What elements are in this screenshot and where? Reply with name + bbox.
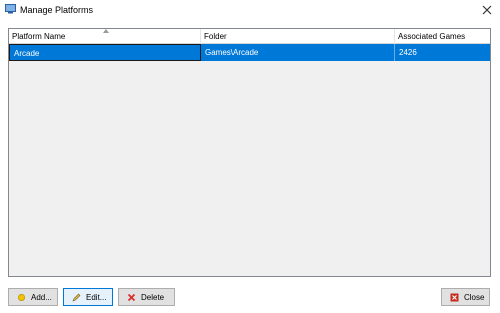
add-button-label: Add...: [31, 292, 52, 302]
add-button[interactable]: Add...: [8, 288, 58, 306]
edit-button[interactable]: Edit...: [63, 288, 113, 306]
delete-x-icon: [127, 293, 136, 301]
close-button-label: Close: [464, 292, 485, 302]
cell-associated-games[interactable]: 2426: [395, 44, 490, 61]
edit-button-label: Edit...: [86, 292, 107, 302]
platform-window-icon: [5, 4, 16, 14]
title-bar: Manage Platforms: [0, 0, 500, 22]
platforms-grid[interactable]: Platform Name Folder Associated Games Ar…: [8, 28, 491, 277]
pencil-icon: [72, 293, 81, 302]
cell-platform-name[interactable]: Arcade: [9, 44, 201, 61]
close-icon: [450, 293, 459, 301]
sort-ascending-icon: [103, 29, 109, 33]
delete-button[interactable]: Delete: [118, 288, 175, 306]
column-header-associated-games[interactable]: Associated Games: [395, 29, 490, 44]
table-row[interactable]: Arcade Games\Arcade 2426: [9, 44, 490, 61]
close-window-icon[interactable]: [480, 3, 494, 17]
cell-folder[interactable]: Games\Arcade: [201, 44, 395, 61]
add-icon: [17, 293, 26, 301]
column-header-folder[interactable]: Folder: [201, 29, 395, 44]
window-title: Manage Platforms: [20, 5, 94, 15]
close-button[interactable]: Close: [441, 288, 490, 306]
grid-header: Platform Name Folder Associated Games: [9, 29, 490, 44]
delete-button-label: Delete: [141, 292, 165, 302]
